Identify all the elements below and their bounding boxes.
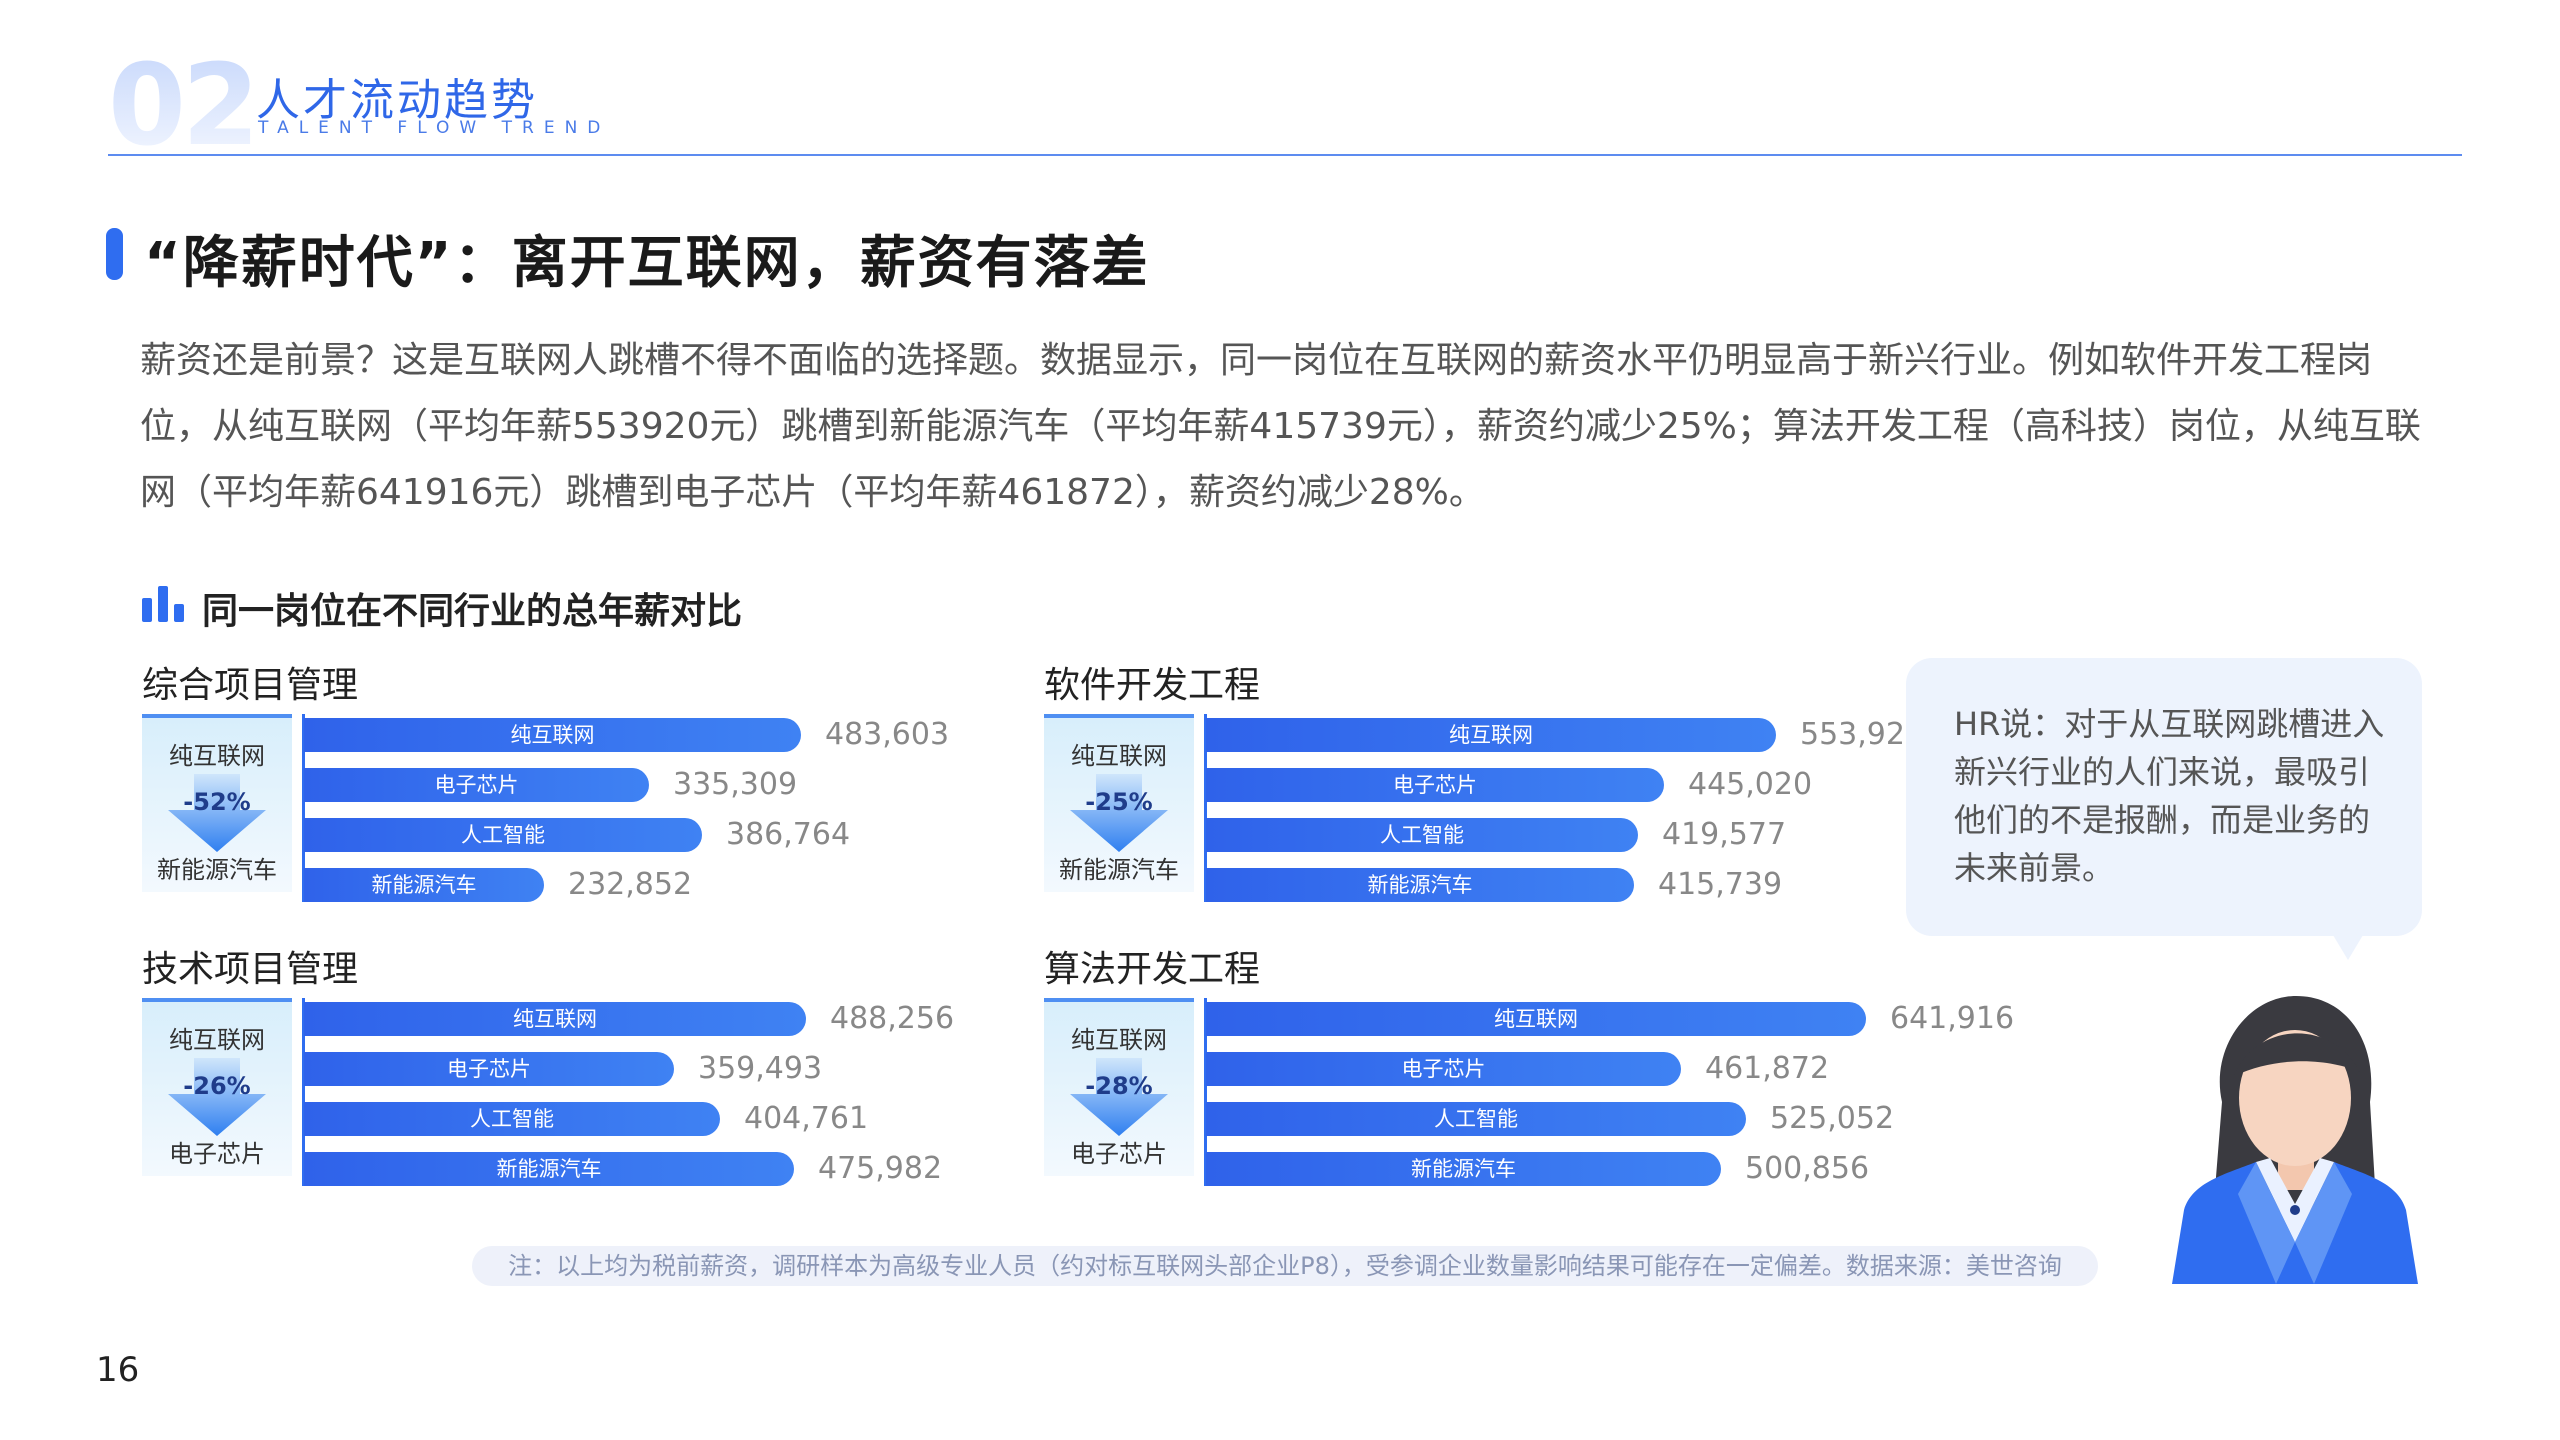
section-number: 02 [108,41,260,171]
chart-panel-2: 软件开发工程 纯互联网 -25% 新能源汽车 纯互联网 553,920 电子芯片 445,02… [1044,656,1944,906]
bar-4: 新能源汽车 [1206,868,1634,902]
bar-value-label: 359,493 [698,1051,823,1086]
chart-title: 软件开发工程 [1044,665,1261,706]
bar-value-label: 641,916 [1890,1001,2015,1036]
bar-4: 新能源汽车 [1206,1152,1721,1186]
comparison-to: 电子芯片 [169,1140,265,1168]
bar-3: 人工智能 [304,818,702,852]
chart-heading: 同一岗位在不同行业的总年薪对比 [202,591,743,632]
section-subtitle: TALENT FLOW TREND [258,118,611,138]
bar-value-label: 483,603 [825,717,950,752]
comparison-from: 纯互联网 [169,1026,265,1054]
bar-value-label: 335,309 [673,767,798,802]
comparison-box: 纯互联网 -52% 新能源汽车 [142,714,292,892]
bar-4: 新能源汽车 [304,1152,794,1186]
footnote: 注：以上均为税前薪资，调研样本为高级专业人员（约对标互联网头部企业P8），受参调… [472,1246,2098,1286]
heading-accent-bar [106,228,123,280]
bar-value-label: 415,739 [1658,867,1783,902]
bar-2: 电子芯片 [304,1052,674,1086]
bar-value-label: 500,856 [1745,1151,1870,1186]
bar-value-label: 419,577 [1662,817,1787,852]
hr-avatar-icon [2172,996,2418,1284]
comparison-from: 纯互联网 [1071,742,1167,770]
page-heading: “降薪时代”：离开互联网，薪资有落差 [144,231,1150,296]
page-number: 16 [96,1350,140,1390]
bar-4: 新能源汽车 [304,868,544,902]
comparison-to: 新能源汽车 [1059,856,1179,884]
bar-value-label: 445,020 [1688,767,1813,802]
bar-value-label: 525,052 [1770,1101,1895,1136]
bar-1: 纯互联网 [1206,1002,1866,1036]
chart-panel-4: 算法开发工程纯互联网 -28% 电子芯片 纯互联网 641,916 电子芯片 461,872… [1044,940,2014,1190]
comparison-to: 电子芯片 [1071,1140,1167,1168]
comparison-box: 纯互联网 -28% 电子芯片 [1044,998,1194,1176]
chart-panel-3: 技术项目管理纯互联网 -26% 电子芯片 纯互联网 488,256 电子芯片 359,493… [142,940,1042,1190]
comparison-change: -52% [183,788,251,816]
bar-value-label: 404,761 [744,1101,869,1136]
comparison-from: 纯互联网 [169,742,265,770]
bar-value-label: 232,852 [568,867,693,902]
bar-value-label: 488,256 [830,1001,955,1036]
bar-3: 人工智能 [1206,818,1638,852]
comparison-change: -28% [1085,1072,1153,1100]
intro-paragraph: 薪资还是前景？这是互联网人跳槽不得不面临的选择题。数据显示，同一岗位在互联网的薪… [140,340,2421,513]
bar-1: 纯互联网 [1206,718,1776,752]
header-divider [108,154,2462,156]
bar-1: 纯互联网 [304,1002,806,1036]
bar-2: 电子芯片 [1206,768,1664,802]
chart-title: 算法开发工程 [1044,949,1261,990]
bar-value-label: 475,982 [818,1151,943,1186]
chart-title: 技术项目管理 [142,949,359,990]
comparison-change: -26% [183,1072,251,1100]
hr-quote-text: HR说：对于从互联网跳槽进入新兴行业的人们来说，最吸引他们的不是报酬，而是业务的… [1954,705,2385,887]
bar-2: 电子芯片 [304,768,649,802]
comparison-box: 纯互联网 -26% 电子芯片 [142,998,292,1176]
comparison-change: -25% [1085,788,1153,816]
comparison-box: 纯互联网 -25% 新能源汽车 [1044,714,1194,892]
bar-3: 人工智能 [1206,1102,1746,1136]
bar-2: 电子芯片 [1206,1052,1681,1086]
bar-3: 人工智能 [304,1102,720,1136]
hr-quote-tail [2330,930,2366,960]
bar-1: 纯互联网 [304,718,801,752]
bar-value-label: 386,764 [726,817,851,852]
bar-chart-icon [142,586,186,622]
chart-title: 综合项目管理 [142,665,359,706]
comparison-to: 新能源汽车 [157,856,277,884]
bar-value-label: 461,872 [1705,1051,1830,1086]
chart-panel-1: 综合项目管理纯互联网 -52% 新能源汽车 纯互联网 483,603 电子芯片 335,30… [142,656,1042,906]
comparison-from: 纯互联网 [1071,1026,1167,1054]
